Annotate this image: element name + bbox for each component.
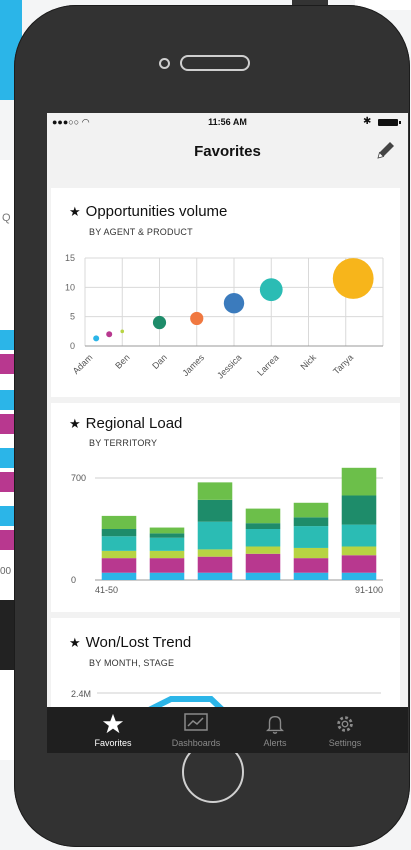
- x-tick-label: Larrea: [255, 352, 280, 377]
- edit-pencil-icon[interactable]: [374, 138, 398, 162]
- bar-segment: [149, 550, 185, 559]
- tab-label: Settings: [328, 738, 362, 748]
- scatter-point: [106, 331, 113, 338]
- chart-icon: [184, 713, 208, 731]
- card-title: ★ Regional Load: [69, 415, 183, 432]
- bar-segment: [245, 508, 281, 524]
- scatter-point: [259, 278, 283, 302]
- app-screen: ●●●○○ ◠ 11:56 AM ✱ Favorites ★ Opportunit…: [47, 113, 408, 753]
- bar-segment: [293, 517, 329, 527]
- bar-segment: [341, 524, 377, 547]
- card-title: ★ Won/Lost Trend: [69, 634, 192, 651]
- y-tick-label: 0: [70, 341, 75, 351]
- star-icon: [102, 713, 124, 734]
- card-subtitle: BY TERRITORY: [89, 438, 158, 448]
- x-tick-label: Tanya: [331, 352, 355, 376]
- y-tick-label: 700: [71, 473, 86, 483]
- bar-segment: [293, 547, 329, 559]
- background-label: Q: [2, 212, 11, 224]
- battery-icon: [378, 119, 401, 126]
- bar-segment: [197, 499, 233, 522]
- scatter-point: [93, 335, 100, 342]
- bar-segment: [197, 521, 233, 550]
- bar-segment: [245, 572, 281, 580]
- opportunities-scatter-chart: 0 5 10 15 Adam Ben Dan James Jessica Larrea Nick Ta…: [65, 253, 384, 381]
- front-camera: [159, 58, 170, 69]
- phone-frame: ●●●○○ ◠ 11:56 AM ✱ Favorites ★ Opportunit…: [14, 5, 410, 847]
- scatter-point: [332, 258, 374, 299]
- x-tick-label: James: [180, 352, 206, 378]
- card-opportunities-volume[interactable]: ★ Opportunities volume BY AGENT & PRODUCT…: [51, 188, 400, 397]
- star-icon: ★: [69, 635, 81, 650]
- bar-segment: [101, 515, 137, 529]
- bell-icon: [266, 715, 284, 734]
- bar-segment: [149, 533, 185, 538]
- bar-segment: [341, 546, 377, 556]
- x-tick-label: 91-100: [355, 585, 383, 595]
- status-time: 11:56 AM: [208, 117, 247, 127]
- tab-label: Favorites: [94, 738, 132, 748]
- star-icon: ★: [69, 416, 81, 431]
- status-bar: ●●●○○ ◠ 11:56 AM ✱: [47, 113, 408, 133]
- gear-icon: [337, 716, 353, 732]
- bar-segment: [341, 555, 377, 573]
- bar-segment: [293, 558, 329, 573]
- bar-segment: [245, 523, 281, 529]
- bar-segment: [245, 553, 281, 573]
- y-tick-label: 15: [65, 253, 75, 263]
- y-tick-label: 10: [65, 282, 75, 292]
- bar-segment: [101, 536, 137, 551]
- scatter-point: [223, 292, 245, 314]
- x-tick-label: 41-50: [95, 585, 118, 595]
- bar-segment: [341, 572, 377, 580]
- scatter-point: [190, 311, 204, 326]
- x-tick-label: Adam: [71, 352, 95, 376]
- bar-segment: [293, 572, 329, 580]
- scatter-point: [120, 329, 125, 334]
- bar-segment: [245, 529, 281, 547]
- bar-segment: [149, 572, 185, 580]
- tab-label: Dashboards: [171, 738, 221, 748]
- bar-segment: [197, 482, 233, 500]
- bar-segment: [101, 550, 137, 559]
- tab-alerts[interactable]: Alerts: [235, 707, 315, 753]
- bar-segment: [101, 572, 137, 580]
- x-tick-label: Jessica: [215, 352, 243, 380]
- tab-favorites[interactable]: Favorites: [73, 707, 153, 753]
- bar-segment: [149, 527, 185, 534]
- tab-label: Alerts: [263, 738, 287, 748]
- bar-segment: [197, 549, 233, 557]
- x-tick-label: Nick: [298, 352, 318, 372]
- bar-segment: [197, 556, 233, 573]
- x-tick-label: Ben: [113, 352, 131, 370]
- bluetooth-icon: ✱: [363, 116, 372, 127]
- card-subtitle: BY MONTH, STAGE: [89, 658, 175, 668]
- regional-load-bar-chart: 0 700 41-50 91-100: [71, 467, 383, 595]
- tab-dashboards[interactable]: Dashboards: [156, 707, 236, 753]
- bar-segment: [341, 467, 377, 496]
- bar-segment: [293, 526, 329, 548]
- bar-segment: [197, 572, 233, 580]
- scatter-point: [152, 315, 167, 330]
- card-subtitle: BY AGENT & PRODUCT: [89, 227, 193, 237]
- star-icon: ★: [69, 204, 81, 219]
- bar-segment: [341, 495, 377, 525]
- earpiece-speaker: [180, 55, 250, 71]
- card-won-lost-trend[interactable]: ★ Won/Lost Trend BY MONTH, STAGE 2.4M: [51, 618, 400, 718]
- card-regional-load[interactable]: ★ Regional Load BY TERRITORY 0 700 41-50 91-…: [51, 403, 400, 612]
- bar-segment: [149, 537, 185, 551]
- bar-segment: [245, 546, 281, 554]
- page-title: Favorites: [194, 143, 261, 160]
- x-tick-label: Dan: [150, 352, 169, 371]
- background-tick: 00: [0, 566, 12, 577]
- bar-segment: [101, 558, 137, 573]
- y-tick-label: 0: [71, 575, 76, 585]
- tab-bar: Favorites Dashboards Alerts Settings: [47, 707, 408, 753]
- y-tick-label: 5: [70, 312, 75, 322]
- bar-segment: [293, 502, 329, 518]
- tab-settings[interactable]: Settings: [305, 707, 385, 753]
- bar-segment: [149, 558, 185, 573]
- card-title: ★ Opportunities volume: [69, 203, 228, 220]
- bar-segment: [101, 529, 137, 537]
